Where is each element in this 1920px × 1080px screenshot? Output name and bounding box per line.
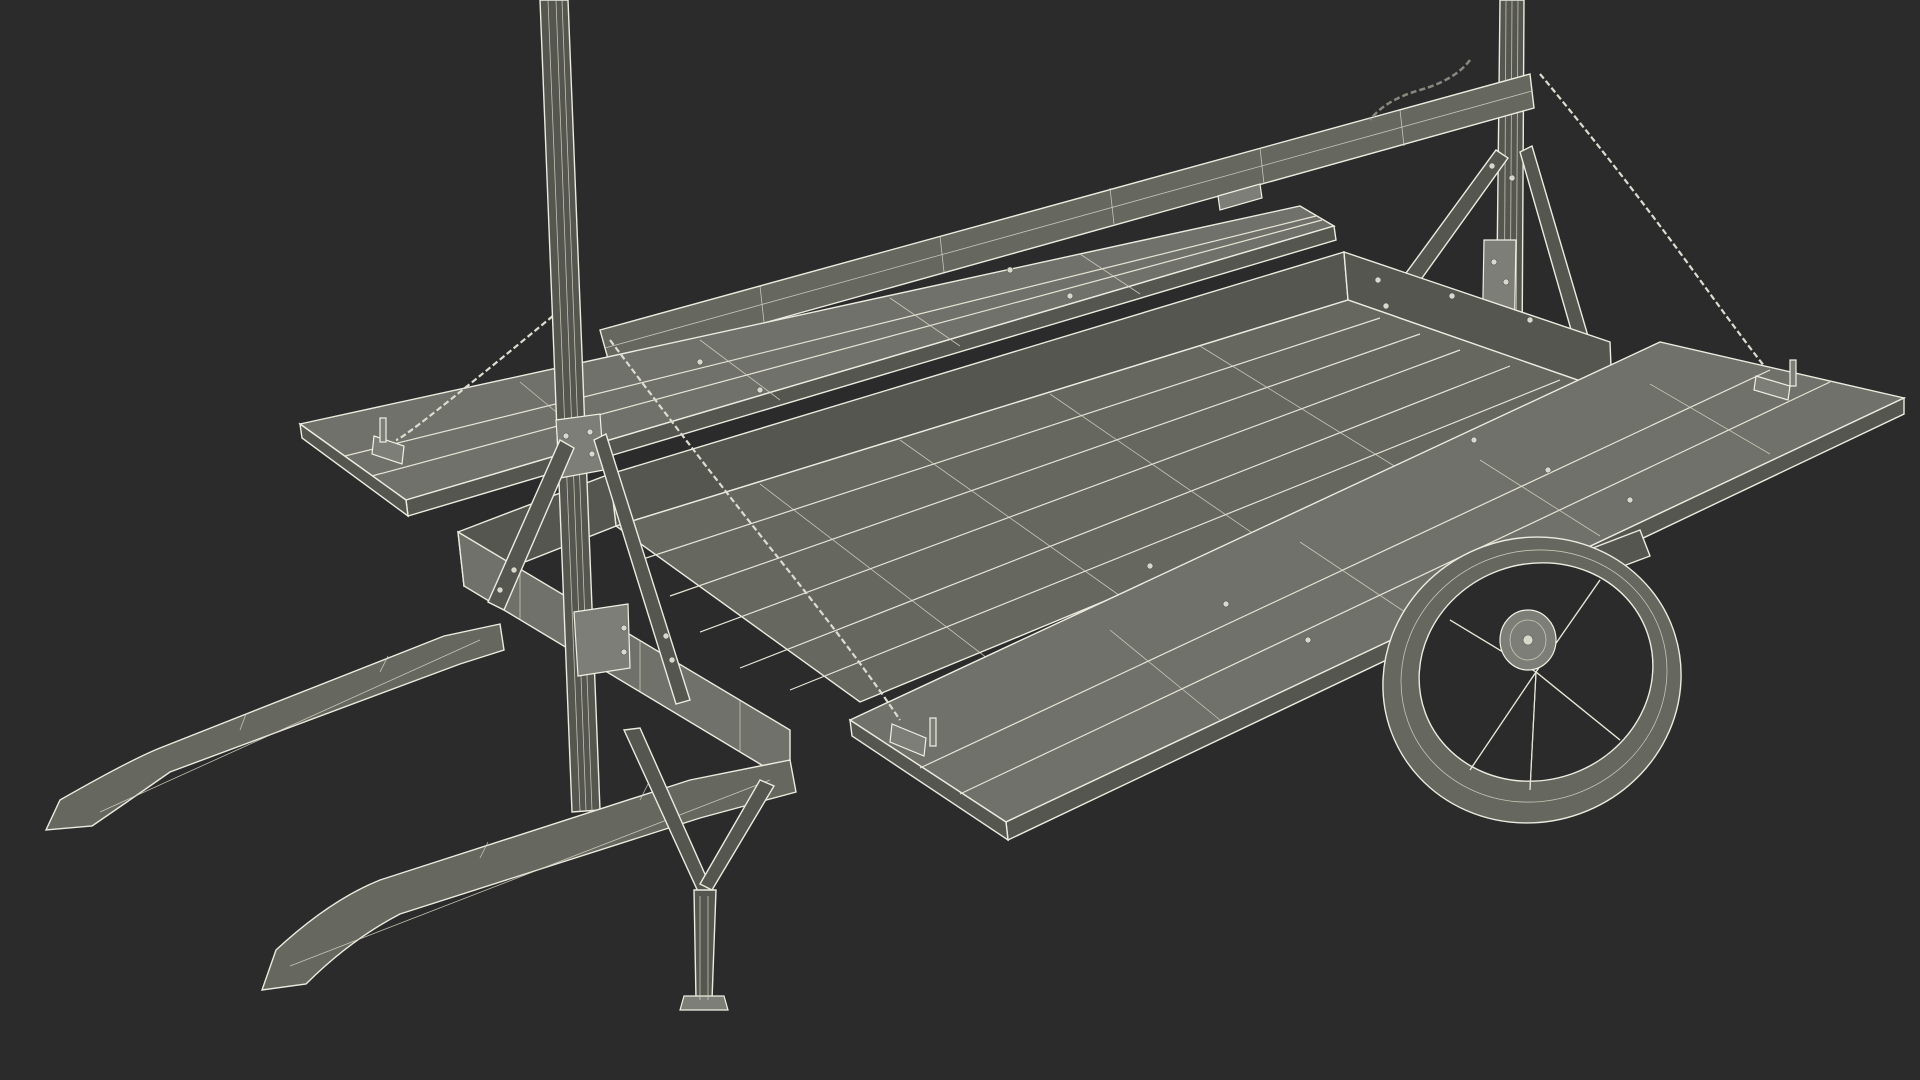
render-viewport: [0, 0, 1920, 1080]
cart-wireframe-render: [44, 0, 1907, 1011]
